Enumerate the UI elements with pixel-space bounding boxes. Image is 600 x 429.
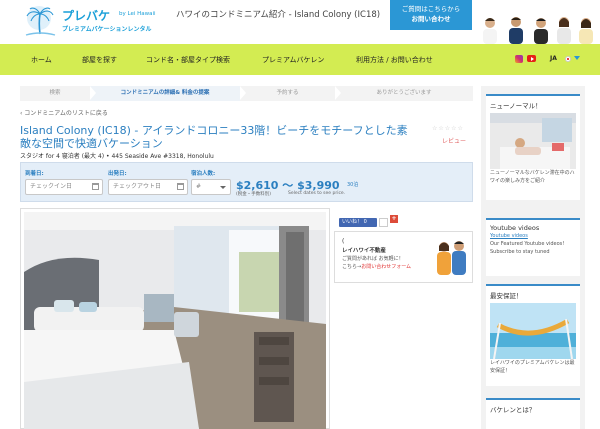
best-price-text: レイハワイのプレミアムバケレンは最安保証！ — [490, 360, 575, 374]
agent-message: ご質問があれば お気軽に！ — [342, 256, 404, 262]
new-normal-title: ニューノーマル！ — [490, 102, 542, 110]
checkin-field[interactable]: チェックイン日 — [25, 179, 103, 195]
step-search: 検索 — [20, 86, 90, 101]
youtube-card-text: Our Featured Youtube videos! Subscribe t… — [490, 241, 565, 255]
agent-contact-box: ( レイハワイ不動産 ご質問があれば お気軽に！ こちら→お問い合わせフォーム — [334, 231, 473, 283]
step-details: コンドミニアムの詳細& 料金の提案 — [90, 86, 240, 101]
chevron-down-icon — [220, 186, 226, 189]
main-nav: ホーム 部屋を探す コンド名・部屋タイプ検索 プレミアムバケレン 利用方法 / … — [0, 44, 600, 75]
page: プレバケ by Lei Hawaii プレミアムバケーションレンタル ハワイのコ… — [0, 0, 600, 429]
agent-name: レイハワイ不動産 — [342, 248, 386, 254]
instagram-icon[interactable] — [515, 55, 523, 63]
booking-steps: 検索 コンドミニアムの詳細& 料金の提案 予約する ありがとうございます — [20, 86, 473, 101]
price-select-note: Select dates to see price. — [288, 191, 346, 196]
step-divider — [240, 86, 246, 100]
new-normal-text: ニューノーマルなバケレン滞在中のハワイの楽しみ方をご紹介 — [490, 170, 575, 184]
sidebar-card-about[interactable]: バケレンとは？ — [486, 398, 580, 429]
agent-photo — [433, 237, 469, 275]
back-to-list-link[interactable]: ‹ コンドミニアムのリストに戻る — [20, 108, 108, 117]
facebook-like-button[interactable]: いいね！ 0 — [339, 218, 377, 227]
calendar-icon — [92, 183, 99, 190]
logo-main-text: プレバケ — [62, 9, 111, 23]
listing-title: Island Colony (IC18) - アイランドコロニー33階！ビーチを… — [20, 124, 408, 150]
price-tax-note: (税金・手数料別) — [236, 192, 272, 197]
nav-item-how-to-use[interactable]: 利用方法 / お問い合わせ — [356, 55, 433, 65]
guests-label: 宿泊人数: — [191, 171, 216, 177]
site-logo[interactable]: プレバケ by Lei Hawaii プレミアムバケーションレンタル — [22, 4, 162, 38]
sidebar-card-youtube[interactable]: Youtube videos Youtube videos Our Featur… — [486, 218, 580, 276]
about-vacation-rental-title: バケレンとは？ — [490, 406, 536, 414]
listing-summary: スタジオ for 4 寝泊者 (最大 4) • 445 Seaside Ave … — [20, 153, 214, 160]
step-divider — [335, 86, 341, 100]
logo-by-text: by Lei Hawaii — [119, 11, 156, 17]
agent-contact-line: こちら→お問い合わせフォーム — [342, 263, 411, 270]
sidebar-card-new-normal[interactable]: ニューノーマル！ ニューノーマルなバケレン滞在中のハワイの楽しみ方をご紹介 — [486, 94, 580, 200]
calendar-icon — [177, 183, 184, 190]
google-plus-icon[interactable]: + — [390, 215, 398, 223]
nav-item-search-rooms[interactable]: 部屋を探す — [82, 55, 117, 65]
checkout-label: 出発日: — [108, 171, 127, 177]
rating-stars: ☆☆☆☆☆ — [432, 125, 464, 132]
sidebar: ニューノーマル！ ニューノーマルなバケレン滞在中のハワイの楽しみ方をご紹介 Yo… — [481, 86, 585, 429]
like-count — [379, 218, 388, 227]
checkin-label: 到着日: — [25, 171, 44, 177]
new-normal-photo — [490, 113, 576, 169]
contact-button-line2: お問い合わせ — [411, 15, 451, 23]
youtube-card-title: Youtube videos — [490, 224, 540, 232]
nav-item-home[interactable]: ホーム — [31, 55, 52, 65]
checkin-placeholder: チェックイン日 — [30, 183, 73, 190]
checkout-field[interactable]: チェックアウト日 — [108, 179, 188, 195]
guests-value: # — [196, 183, 202, 190]
contact-button[interactable]: ご質問はこちらから お問い合わせ — [390, 0, 472, 30]
agent-contact-prefix: こちら→ — [342, 264, 362, 270]
agent-mark: ( — [342, 238, 345, 245]
guests-select[interactable]: # — [191, 179, 231, 195]
palm-tree-logo-icon — [25, 6, 56, 36]
page-title: ハワイのコンドミニアム紹介 - Island Colony (IC18) — [176, 10, 381, 20]
japan-flag-icon — [565, 56, 571, 62]
nav-item-premium[interactable]: プレミアムバケレン — [262, 55, 324, 65]
sidebar-card-best-price[interactable]: 最安保証！ レイハワイのプレミアムバケレンは最安保証！ — [486, 284, 580, 386]
contact-form-link[interactable]: お問い合わせフォーム — [361, 264, 411, 270]
step-reserve: 予約する — [240, 86, 335, 101]
step-thanks: ありがとうございます — [335, 86, 473, 101]
youtube-image-link[interactable]: Youtube videos — [490, 232, 577, 240]
checkout-placeholder: チェックアウト日 — [113, 183, 162, 190]
site-header: プレバケ by Lei Hawaii プレミアムバケーションレンタル ハワイのコ… — [0, 0, 600, 44]
nav-item-condo-search[interactable]: コンド名・部屋タイプ検索 — [146, 55, 230, 65]
language-selector[interactable]: JA — [550, 55, 557, 62]
best-price-title: 最安保証！ — [490, 292, 523, 300]
room-photo[interactable] — [24, 212, 326, 429]
chevron-down-icon[interactable] — [574, 56, 580, 60]
booking-bar: 到着日: チェックイン日 出発日: チェックアウト日 宿泊人数: # $2,61… — [20, 162, 473, 202]
youtube-icon[interactable] — [527, 55, 536, 62]
staff-photo — [483, 17, 593, 44]
step-divider — [90, 86, 96, 100]
contact-button-line1: ご質問はこちらから — [401, 5, 461, 13]
logo-sub-text: プレミアムバケーションレンタル — [62, 26, 152, 33]
price-unit: 30泊 — [347, 182, 359, 188]
review-link[interactable]: レビュー — [442, 136, 466, 145]
best-price-photo — [490, 303, 576, 359]
